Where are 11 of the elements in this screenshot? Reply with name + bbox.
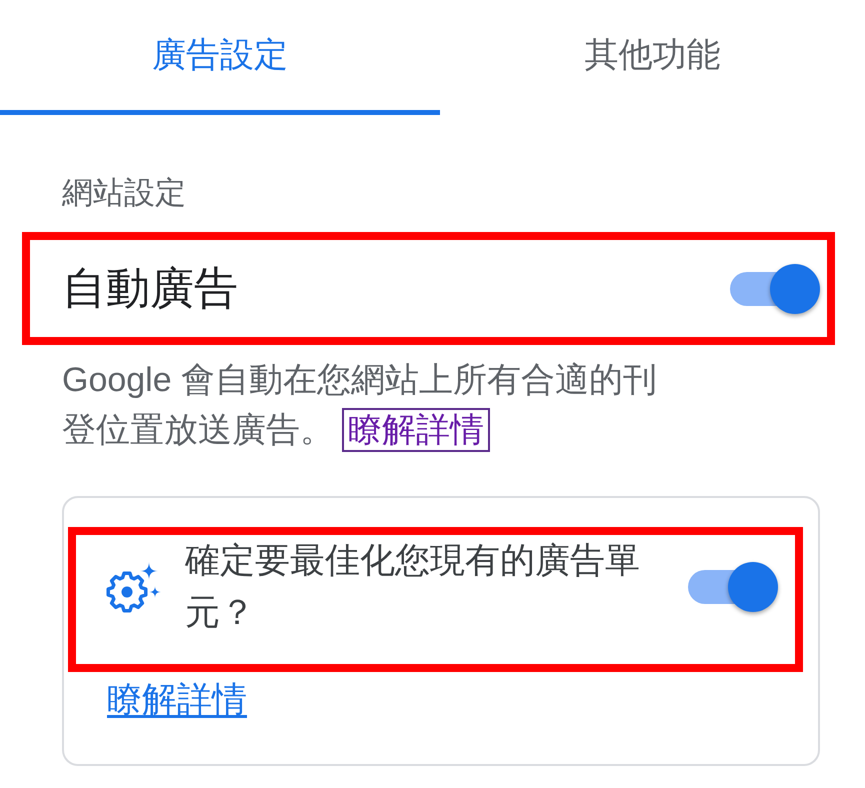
toggle-switch[interactable] (688, 561, 778, 613)
setting-label: 自動廣告 (62, 262, 238, 314)
learn-more-link[interactable]: 瞭解詳情 (342, 408, 490, 452)
section-heading: 網站設定 (62, 175, 186, 211)
toggle-switch[interactable] (730, 262, 820, 314)
gear-sparkles-icon (106, 562, 161, 612)
description-text: Google 會自動在您網站上所有合適的刊登位置放送廣告。 瞭解詳情 (62, 355, 682, 455)
learn-more-link[interactable]: 瞭解詳情 (105, 676, 249, 724)
tab[interactable]: 其他功能 (440, 0, 865, 115)
tab[interactable]: 廣告設定 (0, 0, 440, 115)
question-text: 確定要最佳化您現有的廣告單元？ (185, 540, 641, 634)
